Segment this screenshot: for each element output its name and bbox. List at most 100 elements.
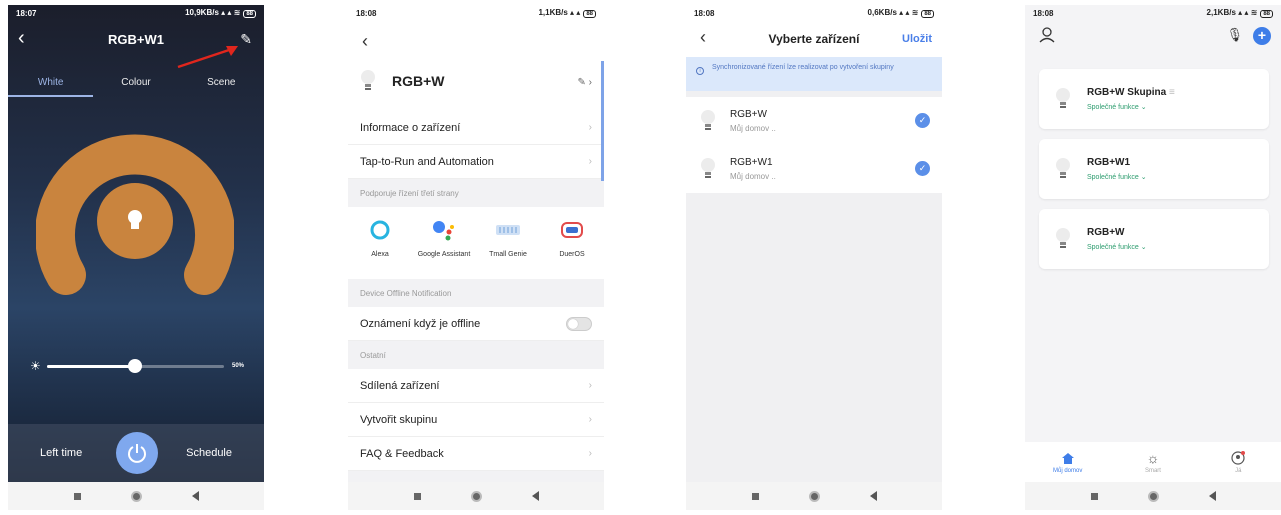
schedule-button[interactable]: Schedule <box>186 447 232 459</box>
back-icon[interactable]: ‹ <box>18 27 25 49</box>
common-functions-link[interactable]: Společné funkce ⌄ <box>1087 243 1147 251</box>
home-icon[interactable] <box>1147 490 1159 502</box>
home-icon[interactable] <box>130 490 142 502</box>
tab-scene[interactable]: Scene <box>179 69 263 97</box>
back-icon[interactable]: ‹ <box>362 31 368 52</box>
assistant-google[interactable]: Google Assistant <box>417 217 471 258</box>
device-item-rgbw[interactable]: RGB+W Můj domov .. ✓ <box>686 97 942 145</box>
recents-icon[interactable] <box>1090 492 1098 500</box>
status-network: 0,6KB/s ▴ ▴ ≋ 88 <box>868 8 934 18</box>
tab-colour[interactable]: Colour <box>94 69 178 97</box>
android-nav-bar <box>1025 482 1281 510</box>
battery-icon: 88 <box>1260 10 1273 18</box>
tab-label: Já <box>1235 468 1242 474</box>
status-network: 1,1KB/s ▴ ▴ 88 <box>538 8 596 18</box>
status-time: 18:07 <box>16 8 37 18</box>
scrollbar[interactable] <box>601 61 604 181</box>
add-device-button[interactable]: + <box>1253 27 1271 45</box>
row-label: Oznámení když je offline <box>360 317 481 330</box>
row-offline-notification: Oznámení když je offline <box>348 307 604 341</box>
assistant-grid: Alexa Google Assistant Tmall Genie DuerO… <box>348 207 604 279</box>
status-time: 18:08 <box>356 8 377 18</box>
row-label: Tap-to-Run and Automation <box>360 155 494 168</box>
assistant-label: DuerOS <box>559 251 585 258</box>
device-home: Můj domov .. <box>730 172 776 181</box>
tab-home[interactable]: Můj domov <box>1038 450 1098 474</box>
slider-track[interactable] <box>46 358 224 373</box>
row-label: Vytvořit skupinu <box>360 413 438 426</box>
check-icon[interactable]: ✓ <box>915 161 930 176</box>
brightness-ring-dial[interactable] <box>36 125 234 295</box>
device-row: RGB+W <box>360 69 445 93</box>
device-card-rgbw1[interactable]: RGB+W1 Společné funkce ⌄ <box>1039 139 1269 199</box>
status-speed: 10,9KB/s <box>185 8 219 17</box>
recents-icon[interactable] <box>73 492 81 500</box>
row-shared-devices[interactable]: Sdílená zařízení › <box>348 369 604 403</box>
sun-outline-icon: ☼ <box>1146 450 1160 466</box>
device-card-group[interactable]: RGB+W Skupina ≡ Společné funkce ⌄ <box>1039 69 1269 129</box>
link-label: Společné funkce <box>1087 104 1139 111</box>
status-network: 2,1KB/s ▴ ▴ ≋ 88 <box>1207 8 1273 18</box>
status-time: 18:08 <box>694 8 715 18</box>
status-speed: 1,1KB/s <box>538 8 568 17</box>
edit-pencil-icon[interactable]: ✎ <box>240 31 252 48</box>
status-bar: 18:08 1,1KB/s ▴ ▴ 88 <box>348 5 604 21</box>
home-icon[interactable] <box>808 490 820 502</box>
device-header: ‹ RGB+W ✎ › <box>348 21 604 111</box>
slider-fill <box>46 364 136 368</box>
phone-device-settings: 18:08 1,1KB/s ▴ ▴ 88 ‹ RGB+W ✎ › Informac… <box>348 5 604 510</box>
battery-icon: 88 <box>583 10 596 18</box>
bottom-tab-bar: Můj domov ☼ Smart Já <box>1025 442 1281 482</box>
recents-icon[interactable] <box>413 492 421 500</box>
offline-toggle[interactable] <box>566 316 592 331</box>
chevron-right-icon: › <box>588 156 592 167</box>
power-button[interactable] <box>116 432 158 474</box>
slider-knob[interactable] <box>128 358 143 373</box>
tab-smart[interactable]: ☼ Smart <box>1123 450 1183 474</box>
row-device-info[interactable]: Informace o zařízení › <box>348 111 604 145</box>
back-nav-icon[interactable] <box>191 491 199 501</box>
common-functions-link[interactable]: Společné funkce ⌄ <box>1087 103 1175 111</box>
status-time: 18:08 <box>1033 8 1054 18</box>
row-label: FAQ & Feedback <box>360 447 444 460</box>
tab-white[interactable]: White <box>8 69 93 97</box>
device-name: RGB+W <box>1087 227 1125 238</box>
battery-icon: 88 <box>921 10 934 18</box>
brightness-slider[interactable]: ☀ 50% <box>30 356 244 376</box>
recents-icon[interactable] <box>751 492 759 500</box>
device-item-rgbw1[interactable]: RGB+W1 Můj domov .. ✓ <box>686 145 942 193</box>
section-header-third-party: Podporuje řízení třetí strany <box>360 189 459 198</box>
row-faq-feedback[interactable]: FAQ & Feedback › <box>348 437 604 471</box>
back-icon[interactable]: ‹ <box>700 27 706 48</box>
user-icon[interactable] <box>1039 27 1055 43</box>
assistant-tmall[interactable]: Tmall Genie <box>481 217 535 258</box>
check-icon[interactable]: ✓ <box>915 113 930 128</box>
tab-me[interactable]: Já <box>1208 450 1268 474</box>
status-bar: 18:07 10,9KB/s ▴ ▴ ≋ 88 <box>8 5 264 21</box>
section-header-other: Ostatní <box>360 351 386 360</box>
status-speed: 0,6KB/s <box>867 8 897 17</box>
common-functions-link[interactable]: Společné funkce ⌄ <box>1087 173 1147 181</box>
mic-icon[interactable]: 🎙 <box>1226 27 1243 43</box>
chevron-down-icon: ⌄ <box>1140 244 1147 251</box>
tab-label: Smart <box>1144 468 1161 474</box>
dueros-icon <box>561 222 583 238</box>
device-name: RGB+W <box>730 109 767 120</box>
info-icon: i <box>696 67 704 75</box>
device-card-rgbw[interactable]: RGB+W Společné funkce ⌄ <box>1039 209 1269 269</box>
back-nav-icon[interactable] <box>1208 491 1216 501</box>
google-assistant-icon <box>433 221 454 241</box>
save-button[interactable]: Uložit <box>902 33 932 45</box>
assistant-alexa[interactable]: Alexa <box>353 217 407 258</box>
assistant-label: Alexa <box>371 251 389 258</box>
edit-pencil-icon[interactable]: ✎ › <box>578 77 593 88</box>
back-nav-icon[interactable] <box>531 491 539 501</box>
left-time-button[interactable]: Left time <box>40 447 82 459</box>
home-icon[interactable] <box>470 490 482 502</box>
back-nav-icon[interactable] <box>869 491 877 501</box>
android-nav-bar <box>686 482 942 510</box>
row-tap-to-run[interactable]: Tap-to-Run and Automation › <box>348 145 604 179</box>
row-create-group[interactable]: Vytvořit skupinu › <box>348 403 604 437</box>
assistant-dueros[interactable]: DuerOS <box>545 217 599 258</box>
info-banner: i Synchronizované řízení lze realizovat … <box>686 57 942 91</box>
